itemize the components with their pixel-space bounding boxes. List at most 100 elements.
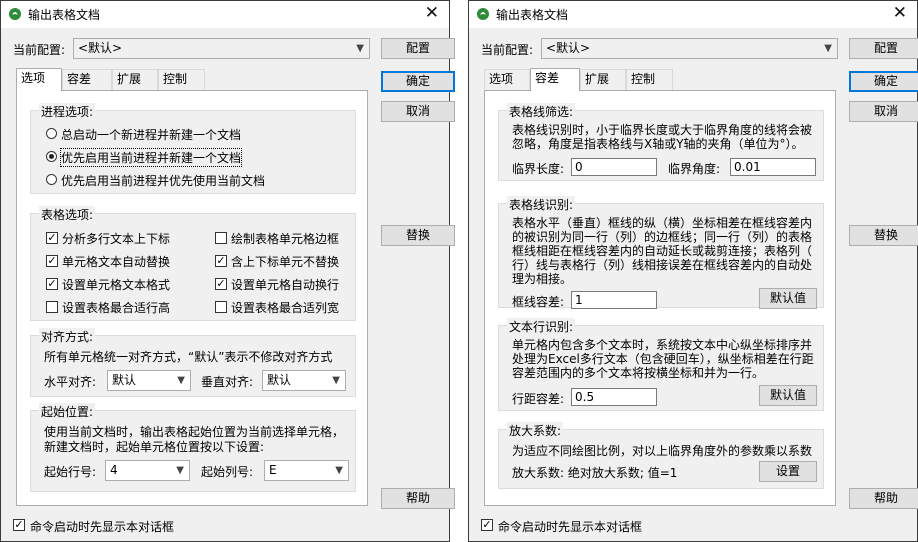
check-no-replace-sub-sup[interactable]: ✓	[215, 255, 227, 267]
start-row-label: 起始行号:	[44, 465, 97, 479]
ok-button[interactable]: 确定	[381, 71, 455, 92]
config-button[interactable]: 配置	[381, 38, 455, 59]
group-title: 表格选项:	[39, 206, 96, 223]
config-select[interactable]: <默认> ▼	[541, 38, 838, 59]
cancel-button[interactable]: 取消	[381, 101, 455, 122]
tab-options[interactable]: 选项	[16, 68, 62, 91]
group-title: 放大系数:	[507, 422, 564, 439]
show-dialog-label: 命令启动时先显示本对话框	[498, 520, 643, 534]
chevron-down-icon: ▼	[332, 375, 340, 386]
text-description-line1: 单元格内包含多个文本时，系统按文本中心纵坐标排序并	[512, 338, 813, 352]
check-auto-wrap[interactable]: ✓	[215, 278, 227, 290]
select-value: 默认	[112, 373, 137, 387]
scale-value-label: 放大系数: 绝对放大系数; 值=1	[512, 466, 678, 480]
config-label: 当前配置:	[481, 43, 534, 57]
show-dialog-checkbox[interactable]: ✓	[481, 519, 493, 531]
start-row-select[interactable]: 4 ▼	[105, 460, 190, 481]
check-auto-replace[interactable]: ✓	[46, 255, 58, 267]
help-button[interactable]: 帮助	[381, 488, 455, 509]
window-title: 输出表格文档	[496, 8, 569, 22]
replace-button[interactable]: 替换	[381, 225, 455, 246]
help-button[interactable]: 帮助	[849, 488, 918, 509]
check-label: 设置表格最合适列宽	[231, 301, 340, 315]
critical-length-input[interactable]: 0	[571, 158, 657, 176]
group-title: 文本行识别:	[507, 318, 576, 335]
radio-label: 优先启用当前进程并新建一个文档	[59, 148, 243, 167]
window-title: 输出表格文档	[28, 8, 101, 22]
scale-description: 为适应不同绘图比例，对以上临界角度外的参数乘以系数	[512, 444, 813, 458]
tab-tolerance[interactable]: 容差	[62, 69, 112, 90]
recognition-description-line4: 行）线与表格行（列）线相接误差在框线容差内的自动处	[512, 258, 813, 272]
alignment-description: 所有单元格统一对齐方式，“默认”表示不修改对齐方式	[44, 350, 333, 364]
close-icon[interactable]: ✕	[425, 3, 439, 23]
title-bar: 输出表格文档 ✕	[1, 1, 449, 28]
check-draw-borders[interactable]	[215, 232, 227, 244]
cancel-button[interactable]: 取消	[849, 101, 918, 122]
horizontal-align-label: 水平对齐:	[44, 375, 97, 389]
export-table-dialog-options: 输出表格文档 ✕ 当前配置: <默认> ▼ 配置 选项 容差 扩展 控制 确定 …	[0, 0, 455, 542]
tab-extension[interactable]: 扩展	[112, 69, 158, 90]
start-col-label: 起始列号:	[201, 465, 254, 479]
check-label: 设置表格最合适行高	[62, 301, 171, 315]
check-best-row-height[interactable]	[46, 301, 58, 313]
text-description-line3: 容差范围内的多个文本将按横坐标和并为一行。	[512, 366, 765, 380]
text-line-group: 文本行识别: 单元格内包含多个文本时，系统按文本中心纵坐标排序并 处理为Exce…	[498, 318, 824, 411]
show-dialog-checkbox[interactable]: ✓	[13, 519, 25, 531]
alignment-group: 对齐方式: 所有单元格统一对齐方式，“默认”表示不修改对齐方式 水平对齐: 默认…	[30, 328, 356, 397]
row-tolerance-default-button[interactable]: 默认值	[759, 385, 817, 406]
check-label: 分析多行文本上下标	[62, 232, 171, 246]
critical-angle-input[interactable]: 0.01	[730, 158, 816, 176]
check-multiline-sub-sup[interactable]: ✓	[46, 232, 58, 244]
vertical-align-select[interactable]: 默认 ▼	[262, 370, 346, 391]
replace-button[interactable]: 替换	[849, 225, 918, 246]
select-value: 4	[110, 463, 118, 477]
check-label: 单元格文本自动替换	[62, 255, 171, 269]
horizontal-align-select[interactable]: 默认 ▼	[107, 370, 191, 391]
check-text-format[interactable]: ✓	[46, 278, 58, 290]
app-icon	[9, 8, 21, 20]
chevron-down-icon: ▼	[356, 43, 364, 54]
check-best-col-width[interactable]	[215, 301, 227, 313]
line-tolerance-input[interactable]: 1	[571, 291, 657, 309]
start-position-group: 起始位置: 使用当前文档时，输出表格起始位置为当前选择单元格， 新建文档时，起始…	[30, 403, 356, 492]
tab-tolerance[interactable]: 容差	[530, 68, 580, 91]
critical-length-label: 临界长度:	[512, 162, 565, 176]
row-tolerance-label: 行距容差:	[512, 392, 565, 406]
chevron-down-icon: ▼	[176, 465, 184, 476]
config-value: <默认>	[78, 41, 123, 55]
tab-control[interactable]: 控制	[626, 69, 673, 90]
recognition-description-line2: 的被识别为同一行（列）的边框线；同一行（列）的表格	[512, 230, 813, 244]
start-col-select[interactable]: E ▼	[264, 460, 349, 481]
filter-description-line1: 表格线识别时，小于临界长度或大于临界角度的线将会被	[512, 123, 813, 137]
chevron-down-icon: ▼	[177, 375, 185, 386]
recognition-description-line5: 理为相接。	[512, 272, 573, 286]
check-label: 设置单元格文本格式	[62, 278, 171, 292]
line-tolerance-label: 框线容差:	[512, 295, 565, 309]
table-options-group: 表格选项: ✓ 分析多行文本上下标 绘制表格单元格边框 ✓ 单元格文本自动替换 …	[30, 206, 356, 321]
radio-label: 总启动一个新进程并新建一个文档	[61, 128, 242, 142]
tab-page-tolerance: 表格线筛选: 表格线识别时，小于临界长度或大于临界角度的线将会被 忽略，角度是指…	[484, 90, 836, 506]
recognition-description-line3: 框线相距在框线容差内的自动延长或裁剪连接；表格列（	[512, 244, 813, 258]
ok-button[interactable]: 确定	[849, 71, 918, 92]
line-filter-group: 表格线筛选: 表格线识别时，小于临界长度或大于临界角度的线将会被 忽略，角度是指…	[498, 103, 824, 181]
tab-options[interactable]: 选项	[484, 69, 530, 90]
select-value: E	[269, 463, 277, 477]
group-title: 进程选项:	[39, 103, 96, 120]
close-icon[interactable]: ✕	[893, 3, 907, 23]
scale-set-button[interactable]: 设置	[759, 461, 817, 482]
row-tolerance-input[interactable]: 0.5	[571, 388, 657, 406]
group-title: 对齐方式:	[39, 328, 96, 345]
radio-current-process-new-doc[interactable]	[46, 151, 57, 162]
radio-new-process[interactable]	[46, 128, 57, 139]
start-description-line2: 新建文档时，起始单元格位置按以下设置:	[44, 440, 265, 454]
show-dialog-label: 命令启动时先显示本对话框	[30, 520, 175, 534]
line-recognition-group: 表格线识别: 表格水平（垂直）框线的纵（横）坐标相差在框线容差内 的被识别为同一…	[498, 196, 824, 309]
process-options-group: 进程选项: 总启动一个新进程并新建一个文档 优先启用当前进程并新建一个文档 优先…	[30, 103, 356, 194]
config-button[interactable]: 配置	[849, 38, 918, 59]
radio-current-process-current-doc[interactable]	[46, 174, 57, 185]
line-tolerance-default-button[interactable]: 默认值	[759, 288, 817, 309]
tab-extension[interactable]: 扩展	[580, 69, 626, 90]
tab-control[interactable]: 控制	[158, 69, 205, 90]
group-title: 表格线识别:	[507, 196, 576, 213]
config-select[interactable]: <默认> ▼	[73, 38, 370, 59]
